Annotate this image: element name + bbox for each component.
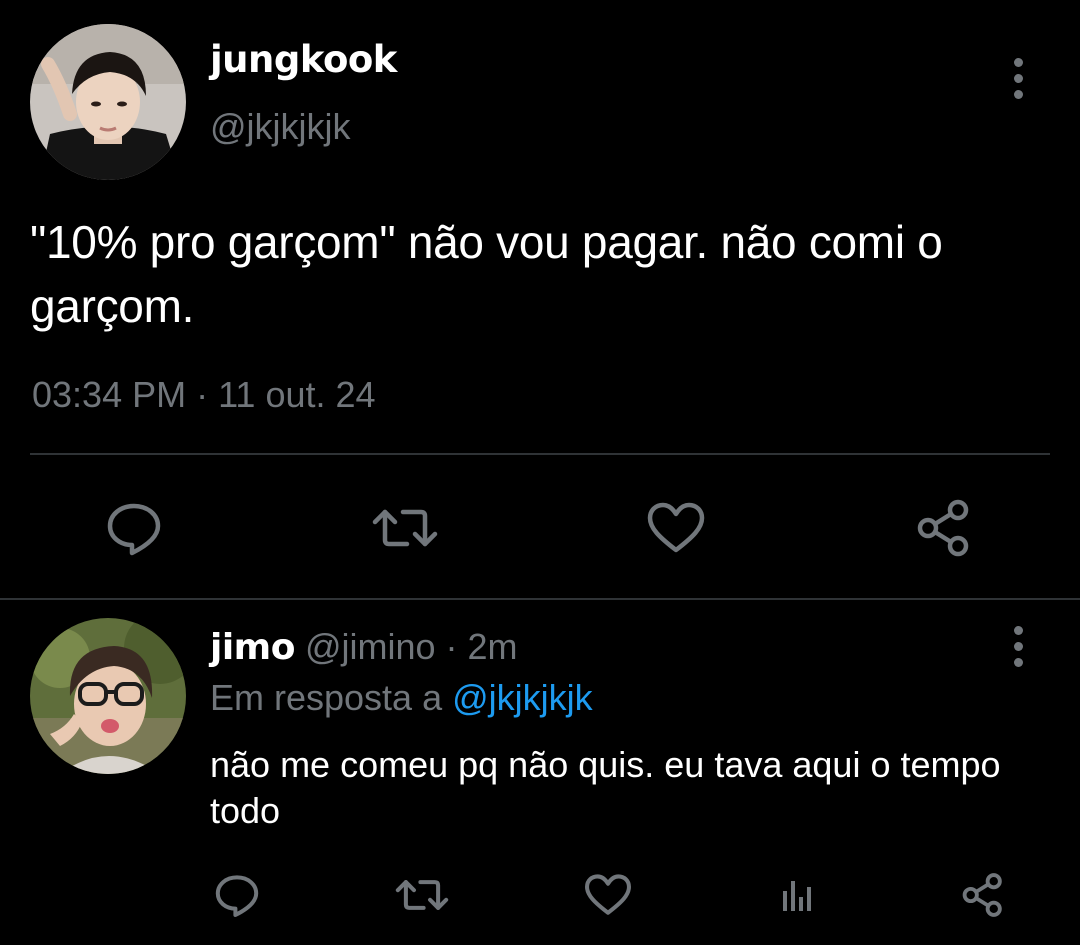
divider bbox=[30, 453, 1050, 455]
author-handle[interactable]: @jkjkjkjk bbox=[210, 106, 351, 148]
reply-time[interactable]: 2m bbox=[468, 626, 518, 667]
reply-text: não me comeu pq não quis. eu tava aqui o… bbox=[210, 744, 1001, 831]
author-display-name[interactable]: jungkook bbox=[210, 38, 397, 81]
retweet-icon[interactable] bbox=[366, 498, 444, 558]
more-options-icon[interactable] bbox=[1010, 58, 1026, 99]
author-avatar[interactable] bbox=[30, 24, 186, 180]
reply-separator: · bbox=[435, 626, 468, 667]
reply-handle[interactable]: @jimino bbox=[305, 626, 436, 667]
reply-display-name[interactable]: jimo bbox=[210, 627, 295, 668]
reply-like-icon[interactable] bbox=[582, 870, 634, 920]
reply-reply-icon[interactable] bbox=[212, 870, 262, 920]
share-icon[interactable] bbox=[912, 496, 976, 560]
kebab-dot bbox=[1013, 642, 1023, 651]
kebab-dot bbox=[1013, 74, 1023, 83]
kebab-dot bbox=[1013, 626, 1023, 635]
in-reply-to-mention[interactable]: @jkjkjkjk bbox=[452, 677, 593, 718]
reply-header: jimo @jimino · 2m bbox=[210, 626, 518, 668]
reply-icon[interactable] bbox=[100, 498, 168, 558]
reply-author-avatar[interactable] bbox=[30, 618, 186, 774]
tweet-text: "10% pro garçom" não vou pagar. não comi… bbox=[30, 216, 943, 332]
divider bbox=[0, 598, 1080, 600]
kebab-dot bbox=[1013, 58, 1023, 67]
like-icon[interactable] bbox=[642, 498, 710, 558]
in-reply-to: Em resposta a @jkjkjkjk bbox=[210, 677, 593, 719]
kebab-dot bbox=[1013, 90, 1023, 99]
tweet-timestamp[interactable]: 03:34 PM · 11 out. 24 bbox=[32, 374, 376, 416]
reply-retweet-icon[interactable] bbox=[392, 870, 452, 920]
reply-analytics-icon[interactable] bbox=[772, 870, 822, 920]
kebab-dot bbox=[1013, 658, 1023, 667]
in-reply-to-label: Em resposta a bbox=[210, 677, 453, 718]
reply-more-options-icon[interactable] bbox=[1010, 626, 1026, 667]
reply-share-icon[interactable] bbox=[958, 870, 1008, 920]
